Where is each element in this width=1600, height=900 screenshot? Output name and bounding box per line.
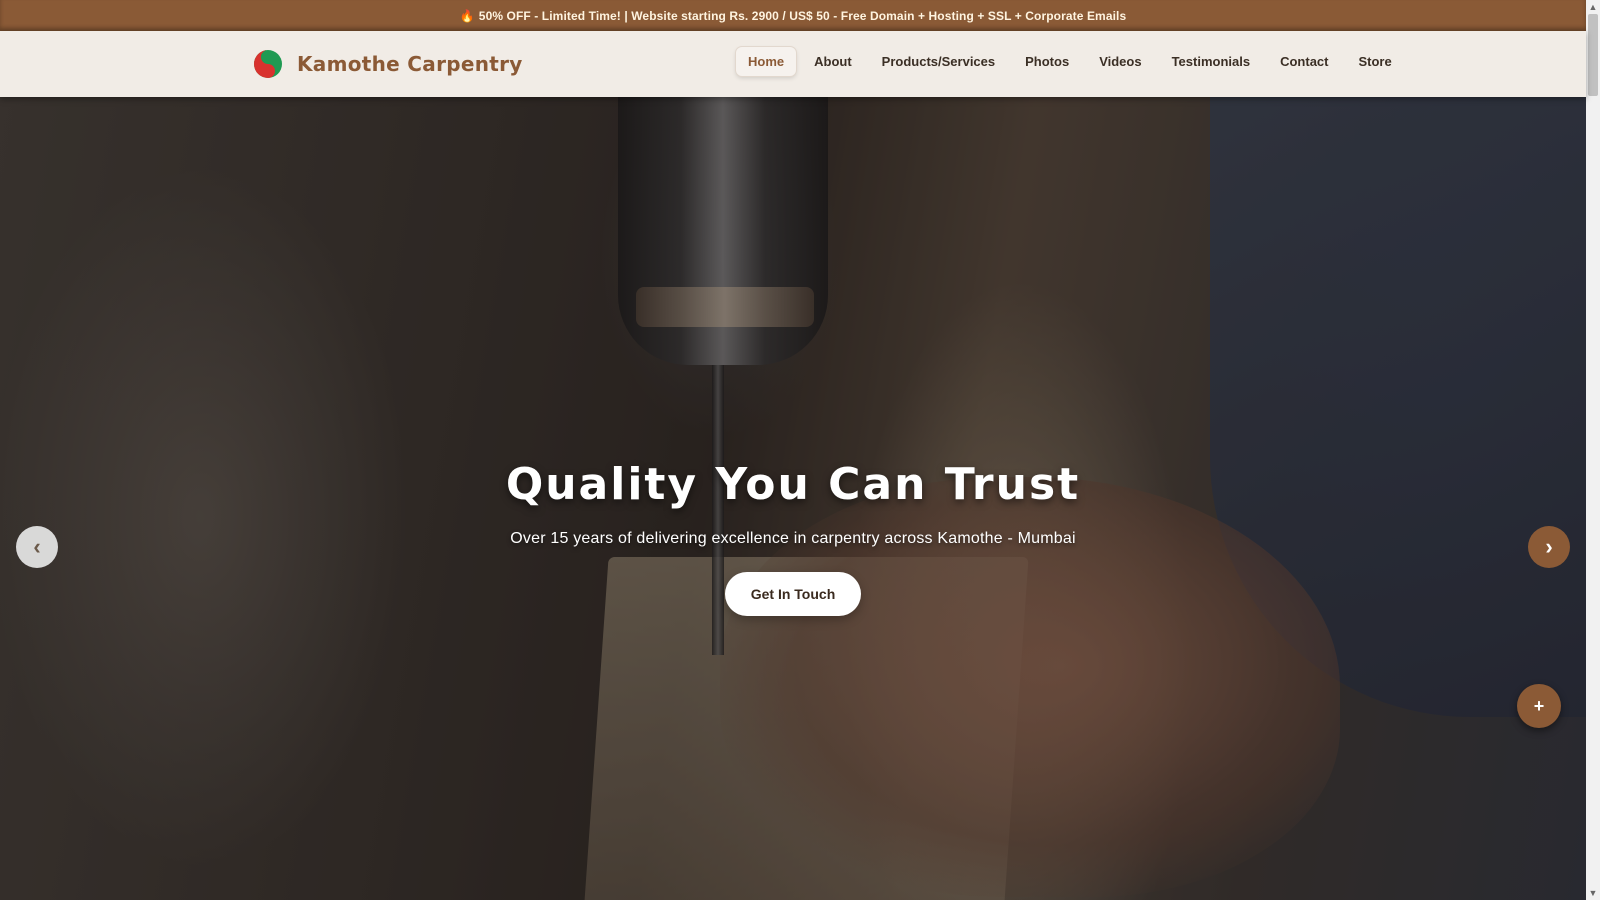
chevron-left-icon: ‹ (33, 534, 41, 559)
nav-photos[interactable]: Photos (1013, 47, 1081, 76)
scroll-up-arrow-icon[interactable]: ▲ (1586, 0, 1600, 14)
promo-text: 50% OFF - Limited Time! | Website starti… (478, 8, 1127, 23)
nav-contact[interactable]: Contact (1268, 47, 1340, 76)
scrollbar-thumb[interactable] (1588, 14, 1598, 96)
flame-icon: 🔥 (459, 8, 475, 23)
nav-store[interactable]: Store (1346, 47, 1403, 76)
brand[interactable]: Kamothe Carpentry (253, 49, 523, 79)
nav-products-services[interactable]: Products/Services (870, 47, 1007, 76)
hero-slider: Quality You Can Trust Over 15 years of d… (0, 97, 1586, 900)
plus-icon: + (1533, 695, 1545, 716)
chevron-right-icon: › (1545, 534, 1553, 559)
main-nav: Home About Products/Services Photos Vide… (736, 47, 1410, 76)
nav-testimonials[interactable]: Testimonials (1160, 47, 1263, 76)
promo-banner[interactable]: 🔥 50% OFF - Limited Time! | Website star… (0, 0, 1586, 31)
nav-about[interactable]: About (802, 47, 864, 76)
slider-prev-button[interactable]: ‹ (16, 526, 58, 568)
nav-videos[interactable]: Videos (1087, 47, 1153, 76)
hero-subtitle: Over 15 years of delivering excellence i… (510, 530, 1076, 547)
hero-title: Quality You Can Trust (505, 459, 1081, 510)
brand-name: Kamothe Carpentry (297, 52, 523, 76)
logo-icon (254, 50, 282, 78)
scroll-down-arrow-icon[interactable]: ▼ (1586, 886, 1600, 900)
slider-next-button[interactable]: › (1528, 526, 1570, 568)
nav-home[interactable]: Home (736, 47, 797, 76)
hero-content: Quality You Can Trust Over 15 years of d… (0, 459, 1586, 616)
get-in-touch-button[interactable]: Get In Touch (724, 572, 862, 616)
floating-action-button[interactable]: + (1517, 684, 1561, 728)
site-header: Kamothe Carpentry Home About Products/Se… (0, 31, 1586, 97)
page-scrollbar[interactable]: ▲ ▼ (1586, 0, 1600, 900)
